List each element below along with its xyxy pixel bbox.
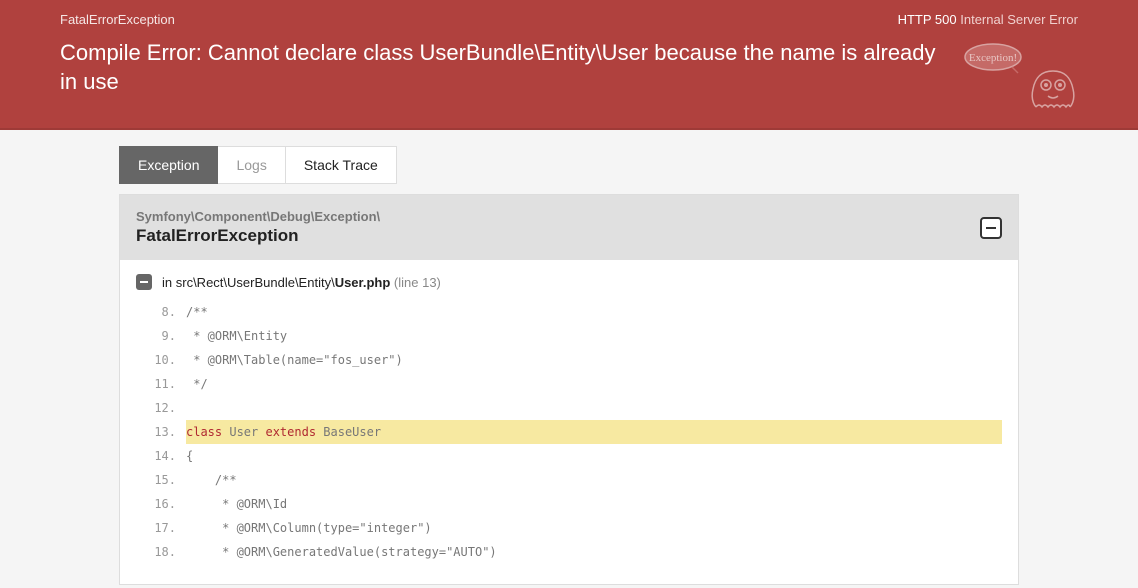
line-content: * @ORM\GeneratedValue(strategy="AUTO"): [186, 540, 1002, 564]
line-content: /**: [186, 468, 1002, 492]
exception-panel: Symfony\Component\Debug\Exception\ Fatal…: [119, 194, 1019, 585]
code-line: 10. * @ORM\Table(name="fos_user"): [136, 348, 1002, 372]
code-line: 12.: [136, 396, 1002, 420]
trace-path: in src\Rect\UserBundle\Entity\User.php (…: [162, 275, 441, 290]
line-number: 9.: [136, 324, 186, 348]
trace-line-number: (line 13): [390, 275, 441, 290]
http-message: Internal Server Error: [960, 12, 1078, 27]
trace-prefix: in: [162, 275, 176, 290]
line-number: 12.: [136, 396, 186, 420]
line-content: * @ORM\Id: [186, 492, 1002, 516]
code-line: 14.{: [136, 444, 1002, 468]
line-number: 11.: [136, 372, 186, 396]
exception-namespace: Symfony\Component\Debug\Exception\: [136, 209, 380, 224]
code-line: 16. * @ORM\Id: [136, 492, 1002, 516]
code-line: 11. */: [136, 372, 1002, 396]
header-main: Compile Error: Cannot declare class User…: [60, 39, 1078, 112]
error-title: Compile Error: Cannot declare class User…: [60, 39, 938, 96]
main-container: ExceptionLogsStack Trace Symfony\Compone…: [59, 146, 1079, 585]
tab-bar: ExceptionLogsStack Trace: [119, 146, 1019, 184]
trace-file-row: in src\Rect\UserBundle\Entity\User.php (…: [136, 274, 1002, 290]
line-content: [186, 396, 1002, 420]
minus-icon: [140, 281, 148, 283]
http-code: HTTP 500: [898, 12, 957, 27]
code-line: 9. * @ORM\Entity: [136, 324, 1002, 348]
tab-logs[interactable]: Logs: [218, 146, 285, 184]
exception-type-label: FatalErrorException: [60, 12, 175, 27]
svg-text:Exception!: Exception!: [969, 52, 1017, 64]
line-number: 18.: [136, 540, 186, 564]
line-content: /**: [186, 300, 1002, 324]
trace-toggle-button[interactable]: [136, 274, 152, 290]
trace-dir: src\Rect\UserBundle\Entity\: [176, 275, 335, 290]
code-line: 15. /**: [136, 468, 1002, 492]
line-number: 10.: [136, 348, 186, 372]
ghost-illustration: Exception!: [958, 39, 1078, 112]
code-line: 18. * @ORM\GeneratedValue(strategy="AUTO…: [136, 540, 1002, 564]
tab-exception[interactable]: Exception: [119, 146, 218, 184]
code-snippet: 8./**9. * @ORM\Entity10. * @ORM\Table(na…: [136, 300, 1002, 564]
exception-class-block: Symfony\Component\Debug\Exception\ Fatal…: [136, 209, 380, 246]
http-status: HTTP 500 Internal Server Error: [898, 12, 1078, 27]
code-line: 13.class User extends BaseUser: [136, 420, 1002, 444]
line-content: * @ORM\Entity: [186, 324, 1002, 348]
line-number: 13.: [136, 420, 186, 444]
toggle-all-button[interactable]: [980, 217, 1002, 239]
line-content: {: [186, 444, 1002, 468]
minus-icon: [986, 227, 996, 229]
line-content: class User extends BaseUser: [186, 420, 1002, 444]
trace-filename: User.php: [335, 275, 391, 290]
line-number: 14.: [136, 444, 186, 468]
header-meta: FatalErrorException HTTP 500 Internal Se…: [60, 12, 1078, 27]
error-header: FatalErrorException HTTP 500 Internal Se…: [0, 0, 1138, 130]
trace-block: in src\Rect\UserBundle\Entity\User.php (…: [120, 260, 1018, 584]
panel-header: Symfony\Component\Debug\Exception\ Fatal…: [120, 195, 1018, 260]
code-line: 17. * @ORM\Column(type="integer"): [136, 516, 1002, 540]
exception-class: FatalErrorException: [136, 226, 380, 246]
line-content: * @ORM\Table(name="fos_user"): [186, 348, 1002, 372]
line-content: */: [186, 372, 1002, 396]
line-number: 15.: [136, 468, 186, 492]
code-line: 8./**: [136, 300, 1002, 324]
line-number: 17.: [136, 516, 186, 540]
line-number: 16.: [136, 492, 186, 516]
line-number: 8.: [136, 300, 186, 324]
tab-stack-trace[interactable]: Stack Trace: [286, 146, 397, 184]
line-content: * @ORM\Column(type="integer"): [186, 516, 1002, 540]
